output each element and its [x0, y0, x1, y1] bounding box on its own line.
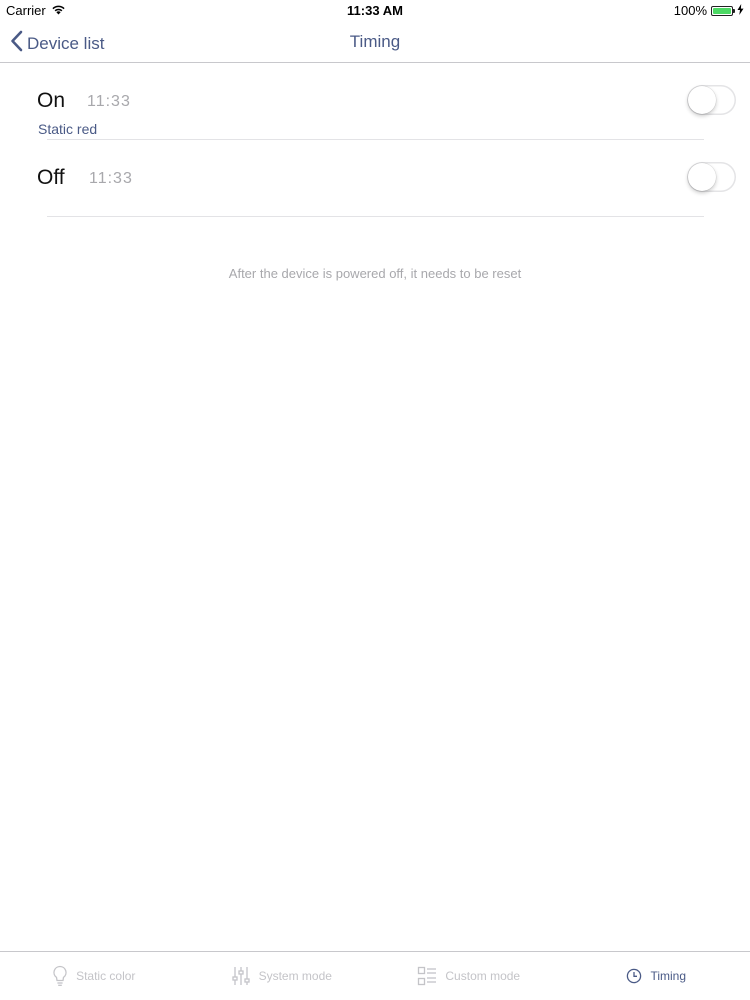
timer-label: On: [37, 89, 66, 112]
toggle-knob: [688, 86, 716, 114]
divider: [47, 216, 704, 217]
timer-mode-label: Static red: [38, 121, 98, 137]
navigation-bar: Device list Timing: [0, 20, 750, 63]
toggle-knob: [688, 163, 716, 191]
status-bar: Carrier 11:33 AM 100%: [0, 0, 750, 20]
tab-label: Static color: [76, 969, 136, 983]
status-time: 11:33 AM: [347, 3, 403, 18]
timer-time[interactable]: 11:33: [87, 93, 131, 111]
tab-label: Custom mode: [445, 969, 521, 983]
charging-icon: [737, 3, 744, 18]
sliders-icon: [231, 966, 251, 986]
tab-system-mode[interactable]: System mode: [188, 952, 376, 1000]
status-right: 100%: [674, 3, 744, 18]
tab-label: System mode: [258, 969, 332, 983]
tab-timing[interactable]: Timing: [563, 952, 750, 1000]
tab-custom-mode[interactable]: Custom mode: [375, 952, 563, 1000]
timer-row-on[interactable]: On 11:33 Static red: [0, 63, 750, 140]
battery-percent: 100%: [673, 3, 707, 18]
battery-icon: [711, 5, 735, 16]
timer-time[interactable]: 11:33: [89, 170, 133, 188]
timer-label: Off: [37, 166, 65, 189]
timer-off-toggle[interactable]: [687, 162, 736, 192]
battery-level: [713, 7, 731, 14]
tab-static-color[interactable]: Static color: [0, 952, 188, 1000]
list-icon: [417, 966, 437, 986]
clock-icon: [626, 968, 642, 984]
timer-on-toggle[interactable]: [687, 85, 736, 115]
timer-list: On 11:33 Static red Off 11:33: [0, 63, 750, 217]
tab-label: Timing: [650, 969, 687, 983]
lightbulb-icon: [52, 965, 68, 987]
page-title: Timing: [349, 32, 401, 51]
app-screen: Carrier 11:33 AM 100% Device list Timing…: [0, 0, 750, 1000]
reset-notice: After the device is powered off, it need…: [228, 266, 522, 281]
timer-row-off[interactable]: Off 11:33: [0, 140, 750, 217]
tab-bar: Static color System mode Custom mode Tim…: [0, 951, 750, 1000]
